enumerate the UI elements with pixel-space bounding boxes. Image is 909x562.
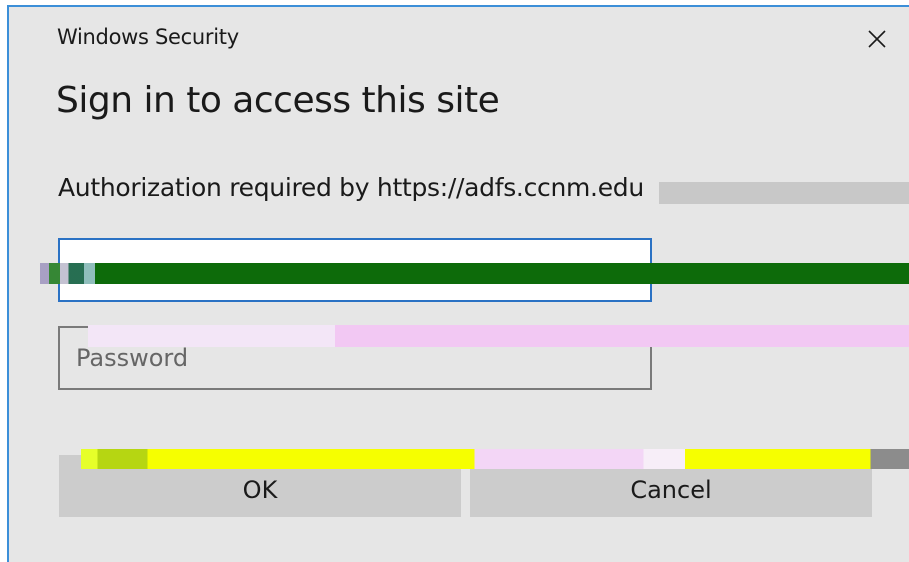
window-title: Windows Security	[57, 25, 239, 49]
authorization-text: Authorization required by https://adfs.c…	[58, 173, 644, 202]
redaction-mark	[81, 449, 909, 469]
dialog-heading: Sign in to access this site	[56, 80, 500, 121]
close-icon	[867, 29, 887, 49]
redaction-mark	[659, 182, 909, 204]
redaction-mark	[40, 263, 150, 284]
windows-security-dialog: Windows Security Sign in to access this …	[7, 5, 909, 562]
redaction-mark	[40, 263, 909, 284]
redaction-mark	[88, 325, 909, 347]
close-button[interactable]	[854, 19, 900, 59]
